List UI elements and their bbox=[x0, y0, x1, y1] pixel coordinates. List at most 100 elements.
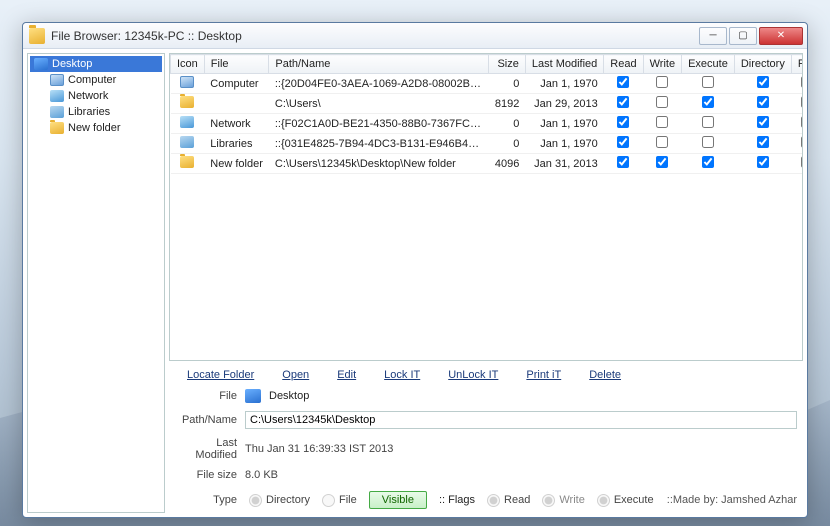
action-link[interactable]: UnLock IT bbox=[448, 369, 498, 381]
flag-checkbox[interactable] bbox=[656, 76, 668, 88]
action-link[interactable]: Print iT bbox=[526, 369, 561, 381]
flag-checkbox[interactable] bbox=[801, 96, 803, 108]
action-link[interactable]: Open bbox=[282, 369, 309, 381]
table-row[interactable]: New folderC:\Users\12345k\Desktop\New fo… bbox=[171, 154, 804, 174]
flag-checkbox[interactable] bbox=[757, 136, 769, 148]
cell-size: 4096 bbox=[489, 154, 525, 174]
flag-checkbox[interactable] bbox=[617, 136, 629, 148]
radio-directory[interactable]: Directory bbox=[249, 494, 310, 507]
desktop-icon bbox=[245, 389, 261, 403]
col-header[interactable]: Icon bbox=[171, 55, 205, 74]
titlebar[interactable]: File Browser: 12345k-PC :: Desktop ─ ▢ ✕ bbox=[23, 23, 807, 49]
col-header[interactable]: Read bbox=[604, 55, 643, 74]
desktop-icon bbox=[34, 58, 48, 70]
col-header[interactable]: Last Modified bbox=[525, 55, 603, 74]
detail-path: Path/Name bbox=[169, 409, 803, 431]
folder-icon bbox=[50, 74, 64, 86]
flag-checkbox[interactable] bbox=[757, 116, 769, 128]
action-link[interactable]: Edit bbox=[337, 369, 356, 381]
row-icon bbox=[180, 136, 194, 148]
folder-icon bbox=[50, 90, 64, 102]
row-icon bbox=[180, 116, 194, 128]
flag-checkbox[interactable] bbox=[801, 116, 803, 128]
flag-checkbox[interactable] bbox=[702, 116, 714, 128]
main-area: Desktop Computer Network Libraries New fold… bbox=[23, 49, 807, 517]
row-icon bbox=[180, 76, 194, 88]
app-window: File Browser: 12345k-PC :: Desktop ─ ▢ ✕… bbox=[22, 22, 808, 518]
close-button[interactable]: ✕ bbox=[759, 27, 803, 45]
minimize-button[interactable]: ─ bbox=[699, 27, 727, 45]
tree-node[interactable]: Network bbox=[30, 88, 162, 104]
cell-file: Computer bbox=[204, 74, 269, 94]
cell-mod: Jan 1, 1970 bbox=[525, 114, 603, 134]
action-link[interactable]: Delete bbox=[589, 369, 621, 381]
flag-checkbox[interactable] bbox=[757, 156, 769, 168]
detail-file: File Desktop bbox=[169, 387, 803, 405]
path-input[interactable] bbox=[245, 411, 797, 429]
col-header[interactable]: Size bbox=[489, 55, 525, 74]
tree-label: Libraries bbox=[68, 106, 110, 118]
type-row: Type Directory File Visible :: Flags Rea… bbox=[169, 487, 803, 513]
tree-node[interactable]: Computer bbox=[30, 72, 162, 88]
file-grid[interactable]: IconFilePath/NameSizeLast ModifiedReadWr… bbox=[169, 53, 803, 361]
flag-checkbox[interactable] bbox=[656, 96, 668, 108]
tree-node-desktop[interactable]: Desktop bbox=[30, 56, 162, 72]
col-header[interactable]: Execute bbox=[682, 55, 735, 74]
flag-checkbox[interactable] bbox=[702, 76, 714, 88]
flag-checkbox[interactable] bbox=[617, 156, 629, 168]
flag-checkbox[interactable] bbox=[801, 156, 803, 168]
table-row[interactable]: C:\Users\8192Jan 29, 2013 bbox=[171, 94, 804, 114]
flag-checkbox[interactable] bbox=[656, 156, 668, 168]
flags-label: :: Flags bbox=[439, 494, 475, 506]
cell-size: 8192 bbox=[489, 94, 525, 114]
action-link[interactable]: Locate Folder bbox=[187, 369, 254, 381]
flag-checkbox[interactable] bbox=[617, 116, 629, 128]
flag-checkbox[interactable] bbox=[656, 136, 668, 148]
action-link[interactable]: Lock IT bbox=[384, 369, 420, 381]
row-icon bbox=[180, 96, 194, 108]
cell-path: ::{20D04FE0-3AEA-1069-A2D8-08002B3030... bbox=[269, 74, 489, 94]
cell-mod: Jan 31, 2013 bbox=[525, 154, 603, 174]
flag-checkbox[interactable] bbox=[757, 76, 769, 88]
table-row[interactable]: Computer::{20D04FE0-3AEA-1069-A2D8-08002… bbox=[171, 74, 804, 94]
col-header[interactable]: Path/Name bbox=[269, 55, 489, 74]
flag-checkbox[interactable] bbox=[801, 76, 803, 88]
tree-node[interactable]: New folder bbox=[30, 120, 162, 136]
right-panel: IconFilePath/NameSizeLast ModifiedReadWr… bbox=[169, 53, 803, 513]
col-header[interactable]: Directory bbox=[734, 55, 791, 74]
col-header[interactable]: Write bbox=[643, 55, 681, 74]
cell-file bbox=[204, 94, 269, 114]
cell-file: New folder bbox=[204, 154, 269, 174]
cell-mod: Jan 1, 1970 bbox=[525, 134, 603, 154]
flag-checkbox[interactable] bbox=[617, 96, 629, 108]
flag-checkbox[interactable] bbox=[702, 96, 714, 108]
maximize-button[interactable]: ▢ bbox=[729, 27, 757, 45]
flag-checkbox[interactable] bbox=[702, 136, 714, 148]
radio-execute[interactable]: Execute bbox=[597, 494, 654, 507]
folder-icon bbox=[50, 106, 64, 118]
tree-label: Network bbox=[68, 90, 108, 102]
radio-read[interactable]: Read bbox=[487, 494, 530, 507]
size-label: File size bbox=[175, 469, 237, 481]
table-row[interactable]: Network::{F02C1A0D-BE21-4350-88B0-7367FC… bbox=[171, 114, 804, 134]
folder-icon bbox=[50, 122, 64, 134]
flag-checkbox[interactable] bbox=[757, 96, 769, 108]
cell-mod: Jan 1, 1970 bbox=[525, 74, 603, 94]
radio-write[interactable]: Write bbox=[542, 494, 584, 507]
flag-checkbox[interactable] bbox=[656, 116, 668, 128]
visible-button[interactable]: Visible bbox=[369, 491, 427, 509]
cell-path: C:\Users\12345k\Desktop\New folder bbox=[269, 154, 489, 174]
flag-checkbox[interactable] bbox=[617, 76, 629, 88]
tree-node[interactable]: Libraries bbox=[30, 104, 162, 120]
table-row[interactable]: Libraries::{031E4825-7B94-4DC3-B131-E946… bbox=[171, 134, 804, 154]
flag-checkbox[interactable] bbox=[702, 156, 714, 168]
cell-file: Network bbox=[204, 114, 269, 134]
size-value: 8.0 KB bbox=[245, 469, 797, 481]
col-header[interactable]: File bbox=[791, 55, 803, 74]
cell-path: C:\Users\ bbox=[269, 94, 489, 114]
col-header[interactable]: File bbox=[204, 55, 269, 74]
file-value: Desktop bbox=[269, 390, 309, 402]
flag-checkbox[interactable] bbox=[801, 136, 803, 148]
radio-file[interactable]: File bbox=[322, 494, 357, 507]
folder-tree[interactable]: Desktop Computer Network Libraries New fold… bbox=[27, 53, 165, 513]
